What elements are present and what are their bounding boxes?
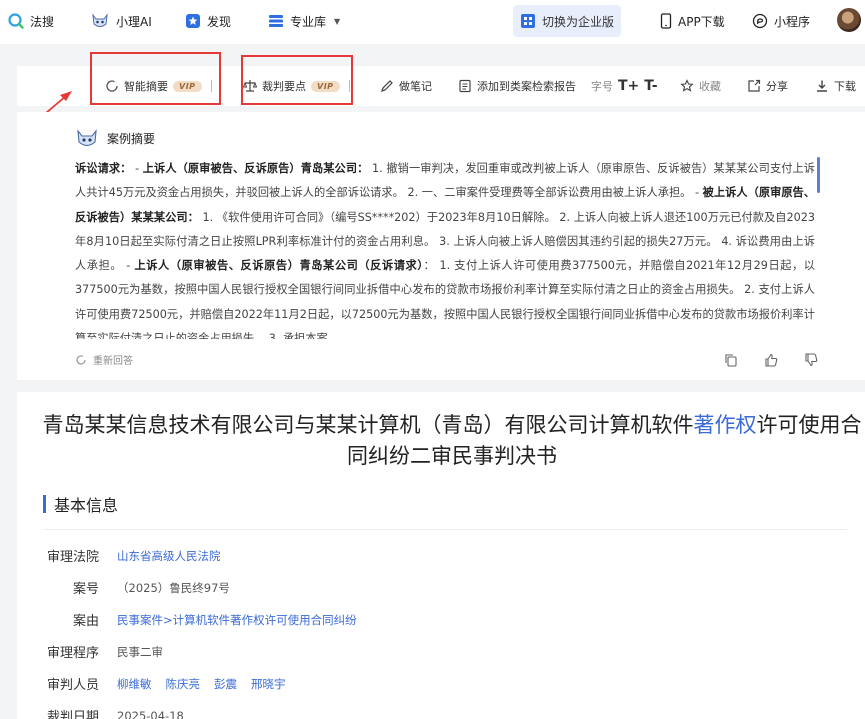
nav-logo-label: 法搜 [30, 14, 55, 29]
library-stack-icon [269, 15, 283, 27]
nav-mini-label: 小程序 [774, 14, 811, 29]
summary-text-segment: - [131, 162, 143, 175]
case-summary-title: 案例摘要 [107, 131, 156, 146]
case-number-value: （2025）鲁民终97号 [117, 580, 230, 595]
switch-enterprise-label: 切换为企业版 [541, 14, 614, 29]
favorite-label: 收藏 [699, 80, 721, 93]
nav-app-label: APP下载 [678, 14, 725, 29]
add-to-report-button[interactable]: 添加到类案检索报告 [458, 76, 576, 96]
add-to-report-label: 添加到类案检索报告 [477, 80, 576, 93]
counterclaim-party: 上诉人（原审被告、反诉原告）青岛某公司（反诉请求） [134, 259, 424, 273]
info-row-procedure: 审理程序 民事二审 [43, 642, 163, 662]
nav-discover-label: 发现 [207, 14, 232, 29]
share-icon [748, 79, 761, 92]
copy-icon[interactable] [724, 353, 738, 367]
font-size-control: 字号 T+ T- [591, 76, 658, 96]
judge-link[interactable]: 陈庆亮 [166, 677, 201, 691]
annotation-box-smart-summary [90, 52, 221, 105]
case-summary-card: 案例摘要 诉讼请求： - 上诉人（原审被告、反诉原告）青岛某公司： 1. 撤销一… [17, 112, 865, 380]
info-row-cause: 案由 民事案件>计算机软件著作权许可使用合同纠纷 [43, 610, 357, 630]
pencil-icon [381, 80, 393, 92]
cause-label: 案由 [72, 614, 99, 629]
nav-xiaoli-ai[interactable]: 小理AI [90, 10, 152, 32]
nav-logo[interactable]: 法搜 [8, 10, 54, 32]
enterprise-icon [520, 14, 535, 28]
judges-list: 柳维敏 陈庆亮 彭震 邢晓宇 [117, 676, 300, 692]
case-number-label: 案号 [72, 582, 99, 597]
title-text: 青岛某某信息技术有限公司与某某计算机（青岛）有限公司计算机软件 [42, 413, 694, 437]
nav-library-dropdown[interactable]: 专业库 ▼ [268, 10, 340, 32]
nav-library-label: 专业库 [290, 14, 327, 29]
download-button[interactable]: 下载 [815, 76, 856, 96]
share-button[interactable]: 分享 [747, 76, 788, 96]
info-row-court: 审理法院 山东省高级人民法院 [43, 546, 221, 566]
court-link[interactable]: 山东省高级人民法院 [117, 548, 221, 564]
chevron-down-icon: ▼ [334, 16, 341, 26]
xiaoli-mascot-icon [77, 129, 97, 147]
judge-link[interactable]: 邢晓宇 [251, 677, 286, 691]
judgment-document: 青岛某某信息技术有限公司与某某计算机（青岛）有限公司计算机软件著作权许可使用合同… [17, 392, 865, 719]
favorite-button[interactable]: 收藏 [680, 76, 721, 96]
font-size-label: 字号 [591, 80, 613, 93]
summary-actions [724, 353, 818, 367]
case-summary-text: 诉讼请求： - 上诉人（原审被告、反诉原告）青岛某公司： 1. 撤销一审判决，发… [75, 157, 815, 339]
switch-enterprise-button[interactable]: 切换为企业版 [513, 5, 621, 37]
nav-mini-program[interactable]: 小程序 [752, 10, 810, 32]
basic-info-title: 基本信息 [54, 496, 119, 515]
document-title: 青岛某某信息技术有限公司与某某计算机（青岛）有限公司计算机软件著作权许可使用合同… [37, 410, 865, 472]
top-nav: 法搜 小理AI 发现 专业库 ▼ 切换为企业版 APP下载 小程序 [0, 0, 865, 44]
download-label: 下载 [834, 80, 856, 93]
regenerate-label: 重新回答 [93, 356, 133, 367]
thumbs-up-icon[interactable] [764, 353, 778, 367]
judge-link[interactable]: 柳维敏 [117, 677, 152, 691]
annotation-box-key-points [241, 55, 353, 105]
divider [43, 529, 847, 530]
share-label: 分享 [766, 80, 788, 93]
basic-info-heading: 基本信息 [43, 492, 118, 516]
report-doc-icon [459, 79, 471, 93]
date-value: 2025-04-18 [117, 708, 184, 719]
xiaoli-mascot-icon [92, 13, 108, 27]
download-icon [817, 80, 827, 92]
procedure-label: 审理程序 [46, 646, 99, 661]
cause-link[interactable]: 民事案件>计算机软件著作权许可使用合同纠纷 [117, 612, 357, 628]
user-avatar[interactable] [837, 8, 861, 32]
take-note-button[interactable]: 做笔记 [380, 76, 432, 96]
info-row-case-number: 案号 （2025）鲁民终97号 [43, 578, 230, 598]
info-row-date: 裁判日期 2025-04-18 [43, 706, 184, 719]
case-summary-header: 案例摘要 [75, 126, 155, 150]
appellant-party: 上诉人（原审被告、反诉原告）青岛某公司： [142, 162, 369, 175]
judge-link[interactable]: 彭震 [214, 677, 237, 691]
font-decrease-button[interactable]: T- [644, 78, 657, 94]
nav-discover[interactable]: 发现 [185, 10, 231, 32]
mini-program-icon [752, 13, 768, 29]
claims-label: 诉讼请求： [75, 162, 132, 175]
nav-app-download[interactable]: APP下载 [660, 10, 725, 32]
star-outline-icon [680, 79, 694, 92]
thumbs-down-icon[interactable] [804, 353, 818, 367]
court-label: 审理法院 [46, 550, 99, 565]
take-note-label: 做笔记 [399, 80, 432, 93]
date-label: 裁判日期 [46, 710, 99, 719]
font-increase-button[interactable]: T+ [618, 78, 639, 94]
star-badge-icon [186, 14, 200, 28]
summary-scrollbar[interactable] [817, 157, 820, 193]
copyright-keyword-link[interactable]: 著作权 [694, 413, 757, 437]
procedure-value: 民事二审 [117, 644, 163, 659]
info-row-judges: 审判人员 柳维敏 陈庆亮 彭震 邢晓宇 [43, 674, 300, 694]
nav-xiaoli-label: 小理AI [116, 14, 152, 29]
phone-icon [660, 13, 672, 29]
judges-label: 审判人员 [46, 678, 99, 693]
regenerate-button[interactable]: 重新回答 [75, 352, 133, 367]
section-accent-bar [43, 495, 46, 513]
fasou-logo-icon [8, 13, 24, 29]
regenerate-icon [76, 354, 86, 365]
